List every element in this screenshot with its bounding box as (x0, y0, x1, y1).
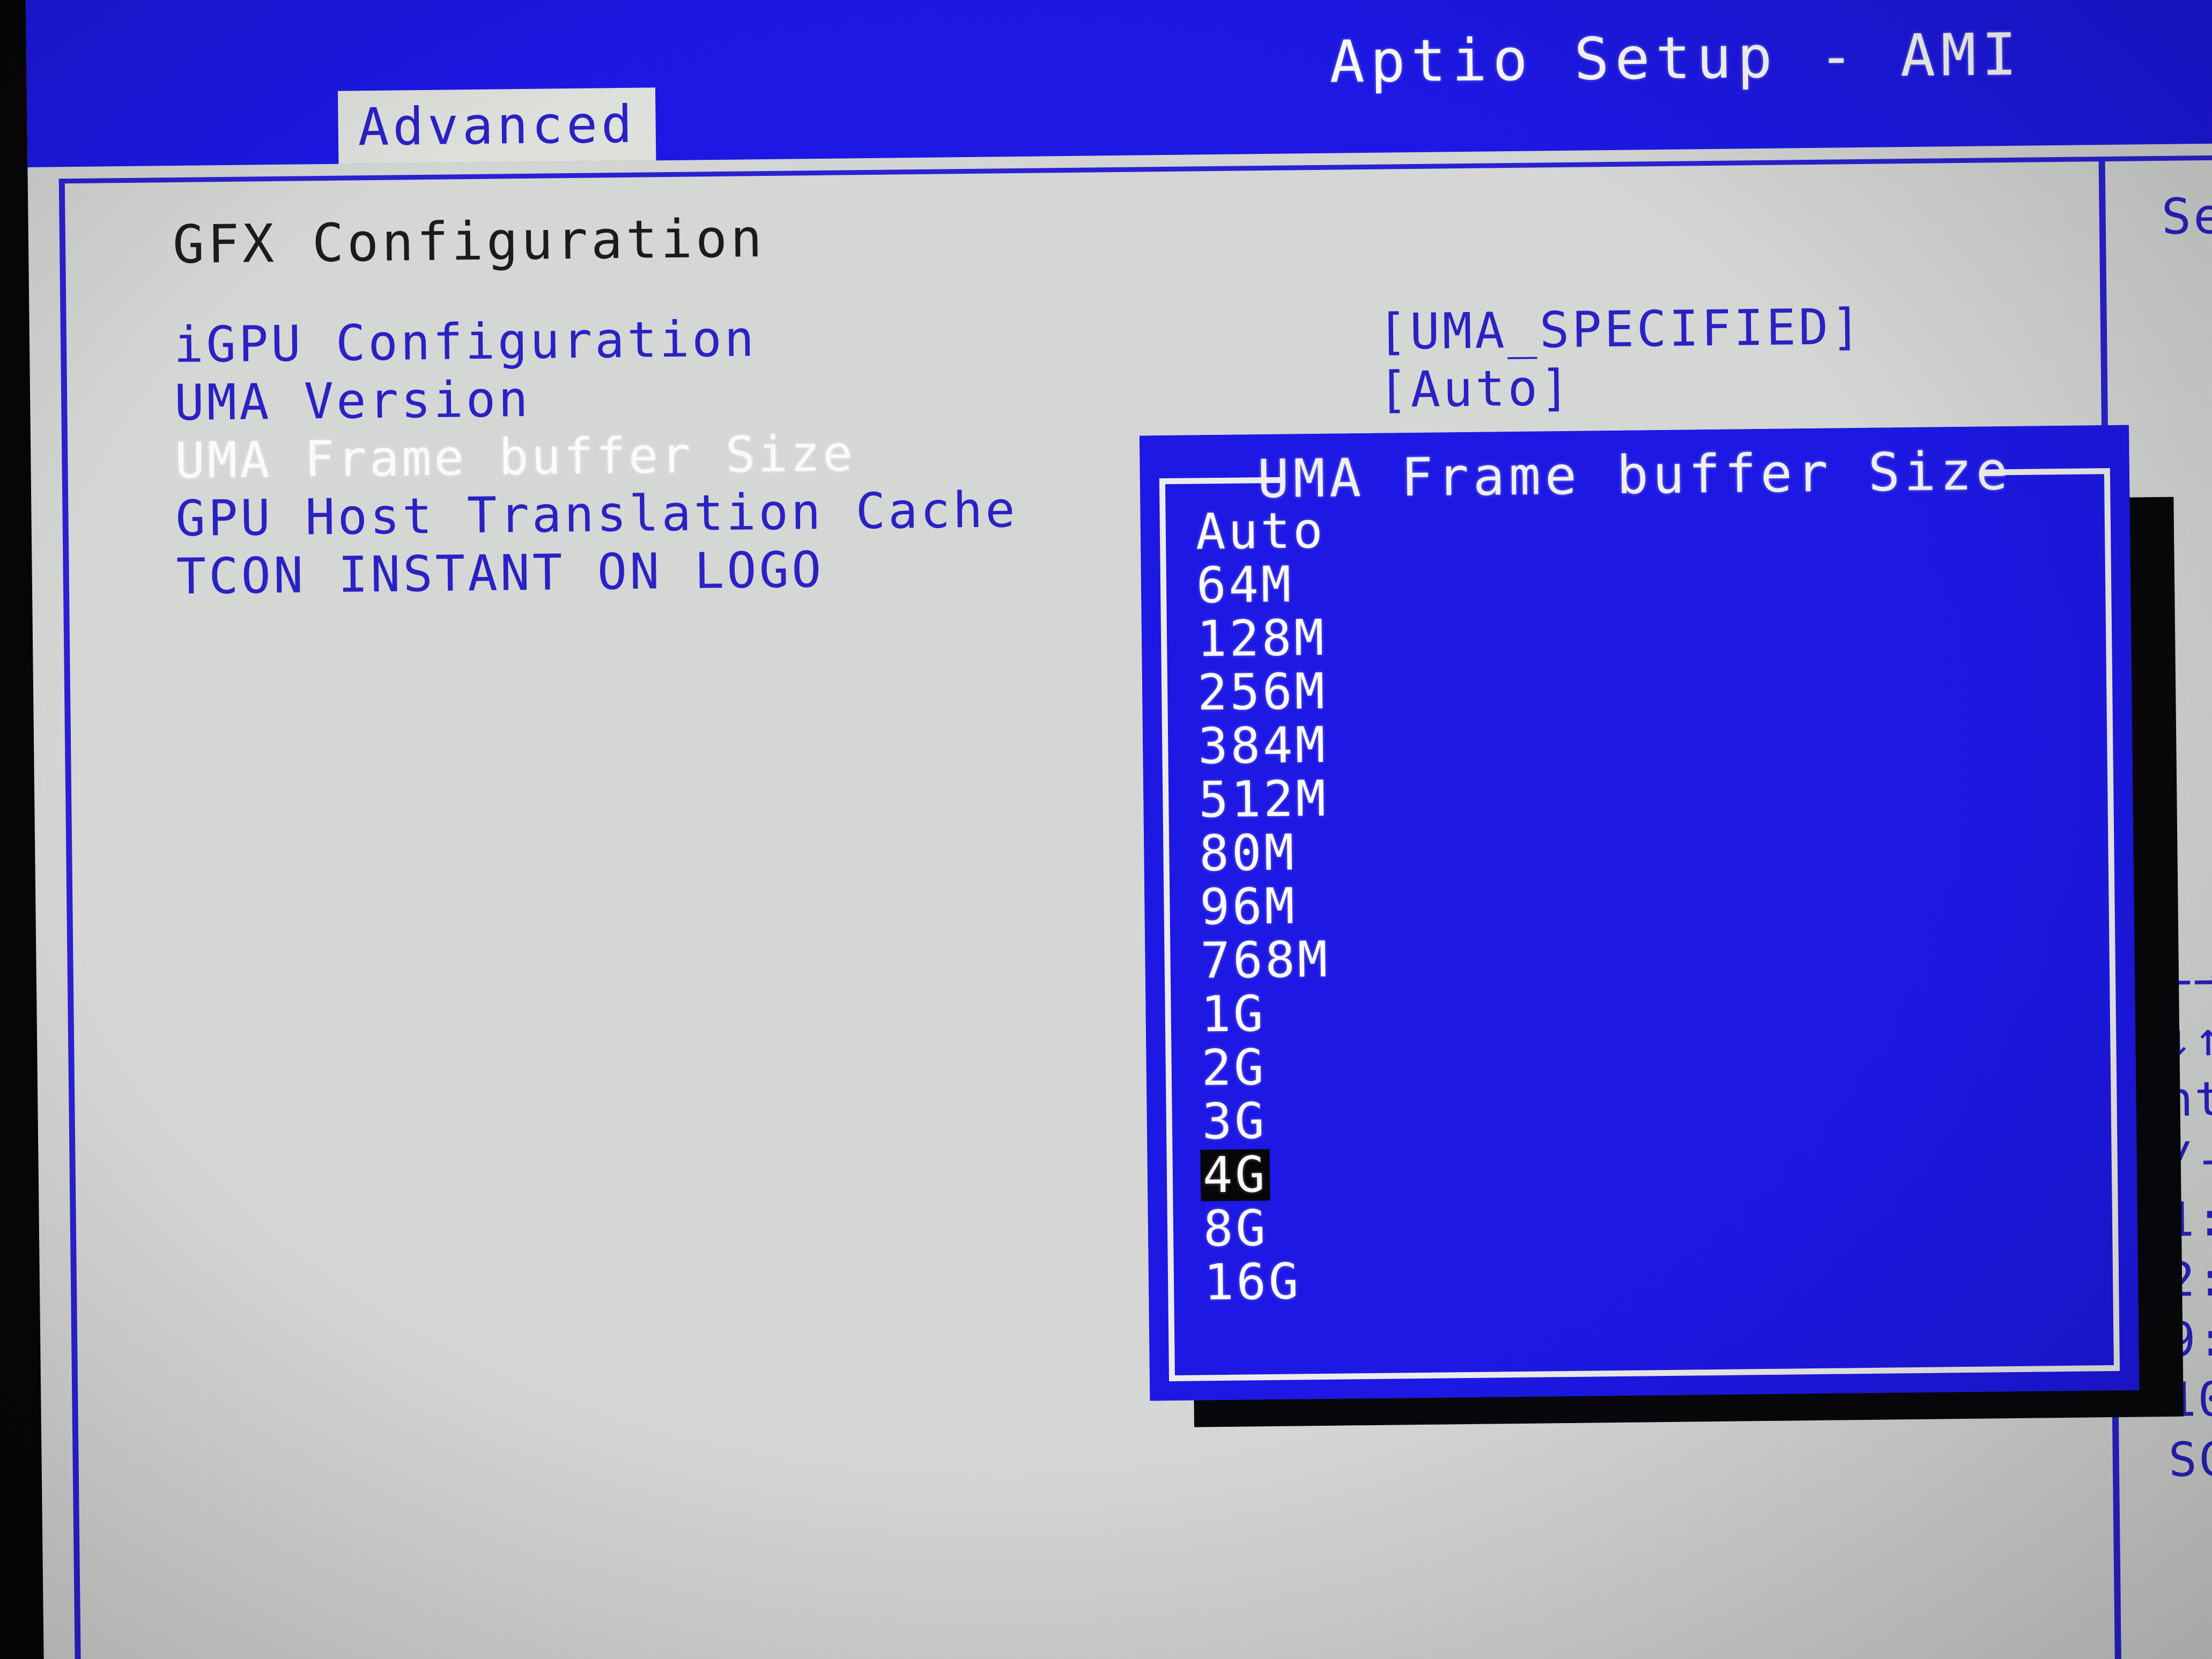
help-heading: Se (2161, 187, 2212, 246)
option-label: 384M (1197, 716, 1328, 775)
app-title: Aptio Setup - AMI (1329, 21, 2023, 96)
option-item-8g[interactable]: 8G (1201, 1194, 2107, 1257)
option-item-80m[interactable]: 80M (1197, 818, 2103, 882)
option-label: 64M (1196, 556, 1294, 614)
option-item-2g[interactable]: 2G (1199, 1033, 2105, 1097)
option-label: 256M (1197, 662, 1328, 722)
option-item-256m[interactable]: 256M (1195, 657, 2102, 722)
bios-screen-photo: Aptio Setup - AMI Advanced GFX Configura… (0, 0, 2212, 1659)
dialog-inner-border: UMA Frame buffer Size Auto 64M 128M 256M… (1159, 441, 2120, 1382)
uma-frame-buffer-size-dialog[interactable]: UMA Frame buffer Size Auto 64M 128M 256M… (1140, 425, 2140, 1401)
option-item-4g[interactable]: 4G (1200, 1140, 2106, 1204)
option-label: 4G (1200, 1146, 1270, 1204)
setting-label: UMA Frame buffer Size (174, 425, 856, 490)
setting-value: [UMA_SPECIFIED] (1377, 298, 1864, 361)
setting-label: iGPU Configuration (173, 310, 757, 374)
option-label: 2G (1201, 1039, 1267, 1097)
option-label: 96M (1199, 877, 1298, 936)
setting-label: GPU Host Translation Cache (175, 481, 1018, 548)
option-item-1g[interactable]: 1G (1199, 979, 2105, 1043)
setting-label: TCON INSTANT ON LOGO (176, 540, 825, 606)
title-bar: Aptio Setup - AMI Advanced (26, 0, 2212, 167)
help-key-item: SC (2168, 1431, 2212, 1487)
option-item-64m[interactable]: 64M (1194, 550, 2100, 614)
dialog-title: UMA Frame buffer Size (1257, 440, 2013, 510)
option-item-16g[interactable]: 16G (1202, 1247, 2108, 1312)
option-item-384m[interactable]: 384M (1196, 711, 2102, 775)
page-title: GFX Configuration (172, 208, 766, 276)
setting-label: UMA Version (174, 370, 531, 432)
option-label: 128M (1196, 609, 1327, 668)
option-item-128m[interactable]: 128M (1195, 604, 2101, 668)
bios-setup-panel: Aptio Setup - AMI Advanced GFX Configura… (26, 0, 2212, 1659)
option-label: 8G (1203, 1199, 1269, 1258)
option-label: 1G (1201, 985, 1267, 1043)
option-item-96m[interactable]: 96M (1197, 872, 2104, 936)
option-label: Auto (1195, 501, 1326, 561)
option-list: Auto 64M 128M 256M 384M 512M 80M 96M 768… (1193, 497, 2108, 1369)
option-label: 3G (1202, 1092, 1268, 1151)
option-label: 512M (1198, 769, 1329, 829)
option-item-512m[interactable]: 512M (1196, 765, 2103, 829)
option-item-3g[interactable]: 3G (1200, 1086, 2106, 1150)
option-label: 16G (1203, 1253, 1301, 1312)
tab-advanced-label: Advanced (357, 94, 637, 158)
tab-advanced[interactable]: Advanced (337, 87, 656, 164)
option-label: 768M (1200, 930, 1330, 990)
setting-value: [Auto] (1378, 359, 1573, 419)
option-label: 80M (1199, 824, 1297, 883)
option-item-768m[interactable]: 768M (1198, 925, 2104, 990)
